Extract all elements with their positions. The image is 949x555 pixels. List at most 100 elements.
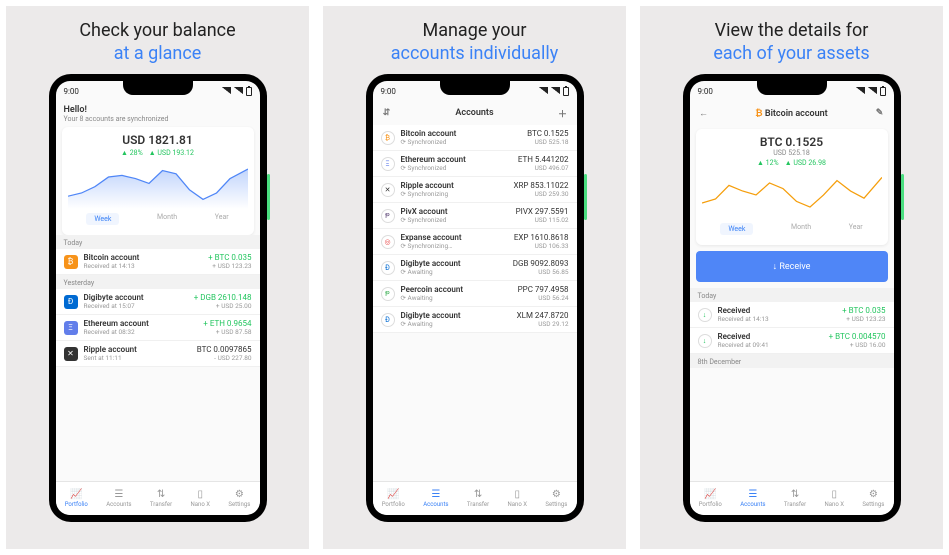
gear-icon: ⚙ bbox=[235, 489, 244, 500]
tx-sub: Received at 14:13 bbox=[718, 315, 843, 323]
phone-frame-3: 9:00 ← ₿ Bitcoin account ✎ BTC 0.1525 US… bbox=[683, 74, 901, 522]
nav-accounts[interactable]: ☰Accounts bbox=[106, 489, 131, 508]
tx-amount: + ETH 0.9654 bbox=[203, 319, 251, 328]
account-row[interactable]: ₿Bitcoin account⟳ SynchronizedBTC 0.1525… bbox=[373, 125, 577, 151]
transfer-icon: ⇅ bbox=[474, 489, 482, 500]
signal-icon bbox=[856, 87, 865, 94]
nav-settings[interactable]: ⚙Settings bbox=[228, 489, 250, 508]
account-amount: PIVX 297.5591 bbox=[516, 207, 569, 216]
receive-button[interactable]: ↓ Receive bbox=[696, 251, 888, 282]
gear-icon: ⚙ bbox=[869, 489, 878, 500]
nav-transfer[interactable]: ⇅Transfer bbox=[784, 489, 806, 508]
tx-fiat: + USD 25.00 bbox=[194, 302, 252, 310]
tx-sub: Sent at 11:11 bbox=[84, 354, 197, 362]
add-icon[interactable]: ＋ bbox=[557, 107, 569, 119]
nav-settings[interactable]: ⚙Settings bbox=[862, 489, 884, 508]
filter-icon[interactable]: ⇵ bbox=[381, 107, 393, 119]
asset-balance-card[interactable]: BTC 0.1525 USD 525.18 ▲ 12% ▲ USD 26.98 … bbox=[696, 129, 888, 245]
promo-panel-1: Check your balance at a glance 9:00 Hell… bbox=[6, 6, 309, 549]
account-row[interactable]: ◎Expanse account⟳ Synchronizing…EXP 1610… bbox=[373, 229, 577, 255]
tx-row[interactable]: Ξ Ethereum accountReceived at 08:32 + ET… bbox=[56, 315, 260, 341]
received-icon: ↓ bbox=[698, 334, 712, 348]
tx-row[interactable]: ✕ Ripple accountSent at 11:11 BTC 0.0097… bbox=[56, 341, 260, 367]
nav-accounts[interactable]: ☰Accounts bbox=[740, 489, 765, 508]
account-name: PivX account bbox=[401, 207, 516, 216]
status-icons bbox=[222, 87, 252, 96]
back-icon[interactable]: ← bbox=[698, 107, 710, 119]
ripple-icon: ✕ bbox=[64, 347, 78, 361]
tab-month[interactable]: Month bbox=[791, 223, 811, 235]
account-amount: XRP 853.11022 bbox=[513, 181, 568, 190]
wifi-icon bbox=[551, 87, 560, 94]
edit-icon[interactable]: ✎ bbox=[874, 107, 886, 119]
tx-name: Ethereum account bbox=[84, 319, 204, 328]
nav-settings[interactable]: ⚙Settings bbox=[545, 489, 567, 508]
tab-year[interactable]: Year bbox=[215, 213, 229, 225]
account-row[interactable]: ΞEthereum account⟳ SynchronizedETH 5.441… bbox=[373, 151, 577, 177]
tab-year[interactable]: Year bbox=[849, 223, 863, 235]
ethereum-icon: Ξ bbox=[64, 321, 78, 335]
bitcoin-icon: ₿ bbox=[64, 255, 78, 269]
page-title: Accounts bbox=[393, 108, 557, 118]
account-name: Expanse account bbox=[401, 233, 514, 242]
nav-nano[interactable]: ▯Nano X bbox=[190, 489, 210, 508]
status-time: 9:00 bbox=[64, 87, 79, 96]
status-icons bbox=[856, 87, 886, 96]
tx-name: Bitcoin account bbox=[84, 253, 209, 262]
account-status: ⟳ Synchronizing bbox=[401, 190, 514, 198]
account-row[interactable]: ⱣPivX account⟳ SynchronizedPIVX 297.5591… bbox=[373, 203, 577, 229]
balance-card[interactable]: USD 1821.81 ▲ 28% ▲ USD 193.12 Week Mont… bbox=[62, 127, 254, 235]
nav-transfer[interactable]: ⇅Transfer bbox=[467, 489, 489, 508]
account-row[interactable]: ÐDigibyte account⟳ AwaitingDGB 9092.8093… bbox=[373, 255, 577, 281]
tx-row[interactable]: Ð Digibyte accountReceived at 15:07 + DG… bbox=[56, 289, 260, 315]
device-icon: ▯ bbox=[197, 489, 203, 500]
tab-week[interactable]: Week bbox=[720, 223, 753, 235]
accounts-list[interactable]: ₿Bitcoin account⟳ SynchronizedBTC 0.1525… bbox=[373, 125, 577, 481]
device-icon: ▯ bbox=[514, 489, 520, 500]
phone-notch bbox=[440, 81, 510, 95]
phone-frame-2: 9:00 ⇵ Accounts ＋ ₿Bitcoin account⟳ Sync… bbox=[366, 74, 584, 522]
tab-week[interactable]: Week bbox=[86, 213, 119, 225]
phone-notch bbox=[123, 81, 193, 95]
tx-amount: + BTC 0.004570 bbox=[829, 332, 886, 341]
tx-row[interactable]: ↓ ReceivedReceived at 09:41 + BTC 0.0045… bbox=[690, 328, 894, 354]
headline-1: Check your balance bbox=[79, 20, 235, 41]
account-status: ⟳ Awaiting bbox=[401, 320, 517, 328]
tx-row[interactable]: ↓ ReceivedReceived at 14:13 + BTC 0.035+… bbox=[690, 302, 894, 328]
subhead-1: at a glance bbox=[114, 43, 202, 64]
account-fiat: USD 115.02 bbox=[516, 216, 569, 224]
tx-fiat: + USD 87.58 bbox=[203, 328, 251, 336]
tx-amount: + DGB 2610.148 bbox=[194, 293, 252, 302]
nav-nano[interactable]: ▯Nano X bbox=[824, 489, 844, 508]
account-fiat: USD 525.18 bbox=[527, 138, 568, 146]
tx-row[interactable]: ₿ Bitcoin accountReceived at 14:13 + BTC… bbox=[56, 249, 260, 275]
nav-portfolio[interactable]: 📈Portfolio bbox=[699, 489, 722, 508]
coin-icon: Ᵽ bbox=[381, 287, 395, 301]
tab-month[interactable]: Month bbox=[157, 213, 177, 225]
account-row[interactable]: ⱣPeercoin account⟳ AwaitingPPC 797.4958U… bbox=[373, 281, 577, 307]
chart-icon: 📈 bbox=[70, 489, 82, 500]
battery-icon bbox=[880, 87, 886, 96]
tx-sub: Received at 14:13 bbox=[84, 262, 209, 270]
nav-portfolio[interactable]: 📈Portfolio bbox=[65, 489, 88, 508]
tx-sub: Received at 08:32 bbox=[84, 328, 204, 336]
nav-nano[interactable]: ▯Nano X bbox=[507, 489, 527, 508]
tx-list[interactable]: Today ₿ Bitcoin accountReceived at 14:13… bbox=[56, 235, 260, 481]
account-row[interactable]: ✕Ripple account⟳ SynchronizingXRP 853.11… bbox=[373, 177, 577, 203]
nav-portfolio[interactable]: 📈Portfolio bbox=[382, 489, 405, 508]
account-row[interactable]: ÐDigibyte account⟳ AwaitingXLM 247.8720U… bbox=[373, 307, 577, 333]
account-name: Ripple account bbox=[401, 181, 514, 190]
nav-accounts[interactable]: ☰Accounts bbox=[423, 489, 448, 508]
asset-tx-list[interactable]: Today ↓ ReceivedReceived at 14:13 + BTC … bbox=[690, 288, 894, 481]
account-amount: DGB 9092.8093 bbox=[513, 259, 569, 268]
transfer-icon: ⇅ bbox=[791, 489, 799, 500]
tx-name: Ripple account bbox=[84, 345, 197, 354]
nav-transfer[interactable]: ⇅Transfer bbox=[150, 489, 172, 508]
greeting: Hello! bbox=[64, 105, 252, 115]
balance-delta: ▲ 28% ▲ USD 193.12 bbox=[68, 149, 248, 157]
coin-icon: ◎ bbox=[381, 235, 395, 249]
signal-icon bbox=[539, 87, 548, 94]
bottom-nav: 📈Portfolio ☰Accounts ⇅Transfer ▯Nano X ⚙… bbox=[690, 481, 894, 515]
headline-2: Manage your bbox=[422, 20, 526, 41]
subhead-3: each of your assets bbox=[713, 43, 869, 64]
